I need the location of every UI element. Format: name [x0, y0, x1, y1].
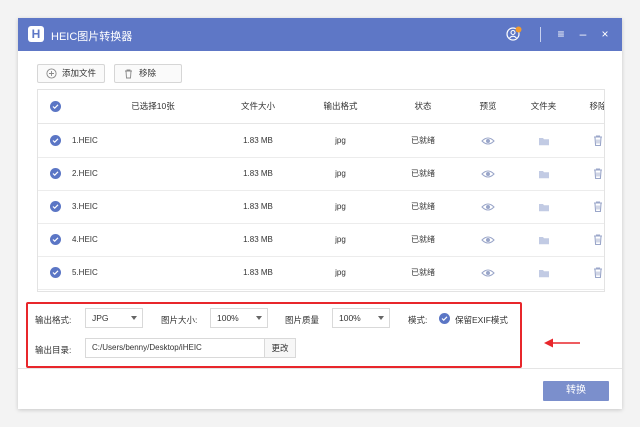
preview-eye-icon[interactable]: [481, 168, 495, 180]
table-row[interactable]: 3.HEIC 1.83 MB jpg 已就绪: [38, 190, 604, 224]
file-status: 已就绪: [411, 169, 435, 178]
row-checkbox[interactable]: [50, 234, 61, 245]
file-status: 已就绪: [411, 202, 435, 211]
image-size-select[interactable]: 100%: [210, 308, 268, 328]
preview-eye-icon[interactable]: [481, 267, 495, 279]
file-name: 1.HEIC: [72, 136, 98, 145]
output-format-select[interactable]: JPG: [85, 308, 143, 328]
exif-label: 保留EXIF模式: [455, 315, 508, 325]
add-file-button[interactable]: 添加文件: [37, 64, 105, 83]
chevron-down-icon: [256, 316, 262, 320]
file-table: 已选择10张 文件大小 输出格式 状态 预览 文件夹 移除 1.HEIC 1.83…: [37, 89, 605, 292]
trash-icon[interactable]: [591, 266, 604, 279]
file-status: 已就绪: [411, 136, 435, 145]
title-bar: H HEIC图片转换器 ≡ – ×: [18, 18, 622, 51]
image-quality-select[interactable]: 100%: [332, 308, 390, 328]
folder-icon[interactable]: [537, 267, 551, 279]
file-format: jpg: [335, 235, 346, 244]
header-status: 状态: [414, 101, 432, 111]
change-dir-button[interactable]: 更改: [264, 338, 296, 358]
header-format: 输出格式: [323, 101, 358, 111]
folder-icon[interactable]: [537, 168, 551, 180]
header-size: 文件大小: [240, 101, 275, 111]
output-format-label: 输出格式:: [35, 315, 72, 325]
file-name: 4.HEIC: [72, 235, 98, 244]
bottom-separator: [18, 368, 622, 369]
app-window: H HEIC图片转换器 ≡ – × 添加文件 移除 已选择10张 文件大小 输出…: [18, 18, 622, 409]
output-dir-label: 输出目录:: [35, 345, 72, 355]
image-quality-label: 图片质量: [285, 315, 320, 325]
output-format-value: JPG: [92, 313, 109, 323]
remove-label: 移除: [139, 68, 157, 78]
file-status: 已就绪: [411, 235, 435, 244]
folder-icon[interactable]: [537, 201, 551, 213]
image-size-label: 图片大小:: [161, 315, 198, 325]
preview-eye-icon[interactable]: [481, 201, 495, 213]
close-button[interactable]: ×: [597, 25, 613, 43]
trash-icon[interactable]: [591, 200, 604, 213]
remove-button[interactable]: 移除: [114, 64, 182, 83]
file-format: jpg: [335, 169, 346, 178]
file-size: 1.83 MB: [243, 136, 273, 145]
header-remove: 移除: [589, 101, 605, 111]
chevron-down-icon: [131, 316, 137, 320]
chevron-down-icon: [378, 316, 384, 320]
file-format: jpg: [335, 268, 346, 277]
file-format: jpg: [335, 136, 346, 145]
header-folder: 文件夹: [530, 101, 557, 111]
preview-eye-icon[interactable]: [481, 135, 495, 147]
preview-eye-icon[interactable]: [481, 234, 495, 246]
convert-button[interactable]: 转换: [543, 381, 609, 401]
app-title: HEIC图片转换器: [51, 31, 133, 43]
file-name: 5.HEIC: [72, 268, 98, 277]
image-quality-value: 100%: [339, 313, 361, 323]
red-arrow-annotation: [544, 338, 580, 348]
user-icon[interactable]: [506, 26, 522, 42]
table-row[interactable]: 2.HEIC 1.83 MB jpg 已就绪: [38, 157, 604, 191]
mode-label: 模式:: [408, 315, 428, 325]
folder-icon[interactable]: [537, 234, 551, 246]
file-format: jpg: [335, 202, 346, 211]
minimize-button[interactable]: –: [575, 25, 591, 43]
image-size-value: 100%: [217, 313, 239, 323]
row-checkbox[interactable]: [50, 267, 61, 278]
header-selected: 已选择10张: [131, 101, 175, 111]
select-all-checkbox[interactable]: [50, 101, 61, 112]
header-preview: 预览: [479, 101, 497, 111]
menu-icon[interactable]: ≡: [553, 25, 569, 43]
row-checkbox[interactable]: [50, 135, 61, 146]
file-size: 1.83 MB: [243, 169, 273, 178]
add-circle-icon: [46, 68, 57, 79]
file-name: 3.HEIC: [72, 202, 98, 211]
row-checkbox[interactable]: [50, 201, 61, 212]
app-logo: H: [28, 26, 44, 42]
file-size: 1.83 MB: [243, 235, 273, 244]
trash-icon[interactable]: [591, 233, 604, 246]
trash-icon[interactable]: [591, 167, 604, 180]
table-row[interactable]: 5.HEIC 1.83 MB jpg 已就绪: [38, 256, 604, 290]
output-dir-field[interactable]: C:/Users/benny/Desktop/iHEIC: [85, 338, 265, 358]
output-dir-value: C:/Users/benny/Desktop/iHEIC: [92, 343, 202, 352]
exif-checkbox[interactable]: [439, 313, 450, 324]
table-header: 已选择10张 文件大小 输出格式 状态 预览 文件夹 移除: [38, 90, 604, 124]
file-name: 2.HEIC: [72, 169, 98, 178]
add-file-label: 添加文件: [62, 68, 97, 78]
trash-icon: [123, 68, 134, 79]
table-row[interactable]: 4.HEIC 1.83 MB jpg 已就绪: [38, 223, 604, 257]
table-row[interactable]: 1.HEIC 1.83 MB jpg 已就绪: [38, 124, 604, 158]
trash-icon[interactable]: [591, 134, 604, 147]
title-separator: [540, 27, 541, 42]
file-status: 已就绪: [411, 268, 435, 277]
folder-icon[interactable]: [537, 135, 551, 147]
file-size: 1.83 MB: [243, 268, 273, 277]
row-checkbox[interactable]: [50, 168, 61, 179]
file-size: 1.83 MB: [243, 202, 273, 211]
